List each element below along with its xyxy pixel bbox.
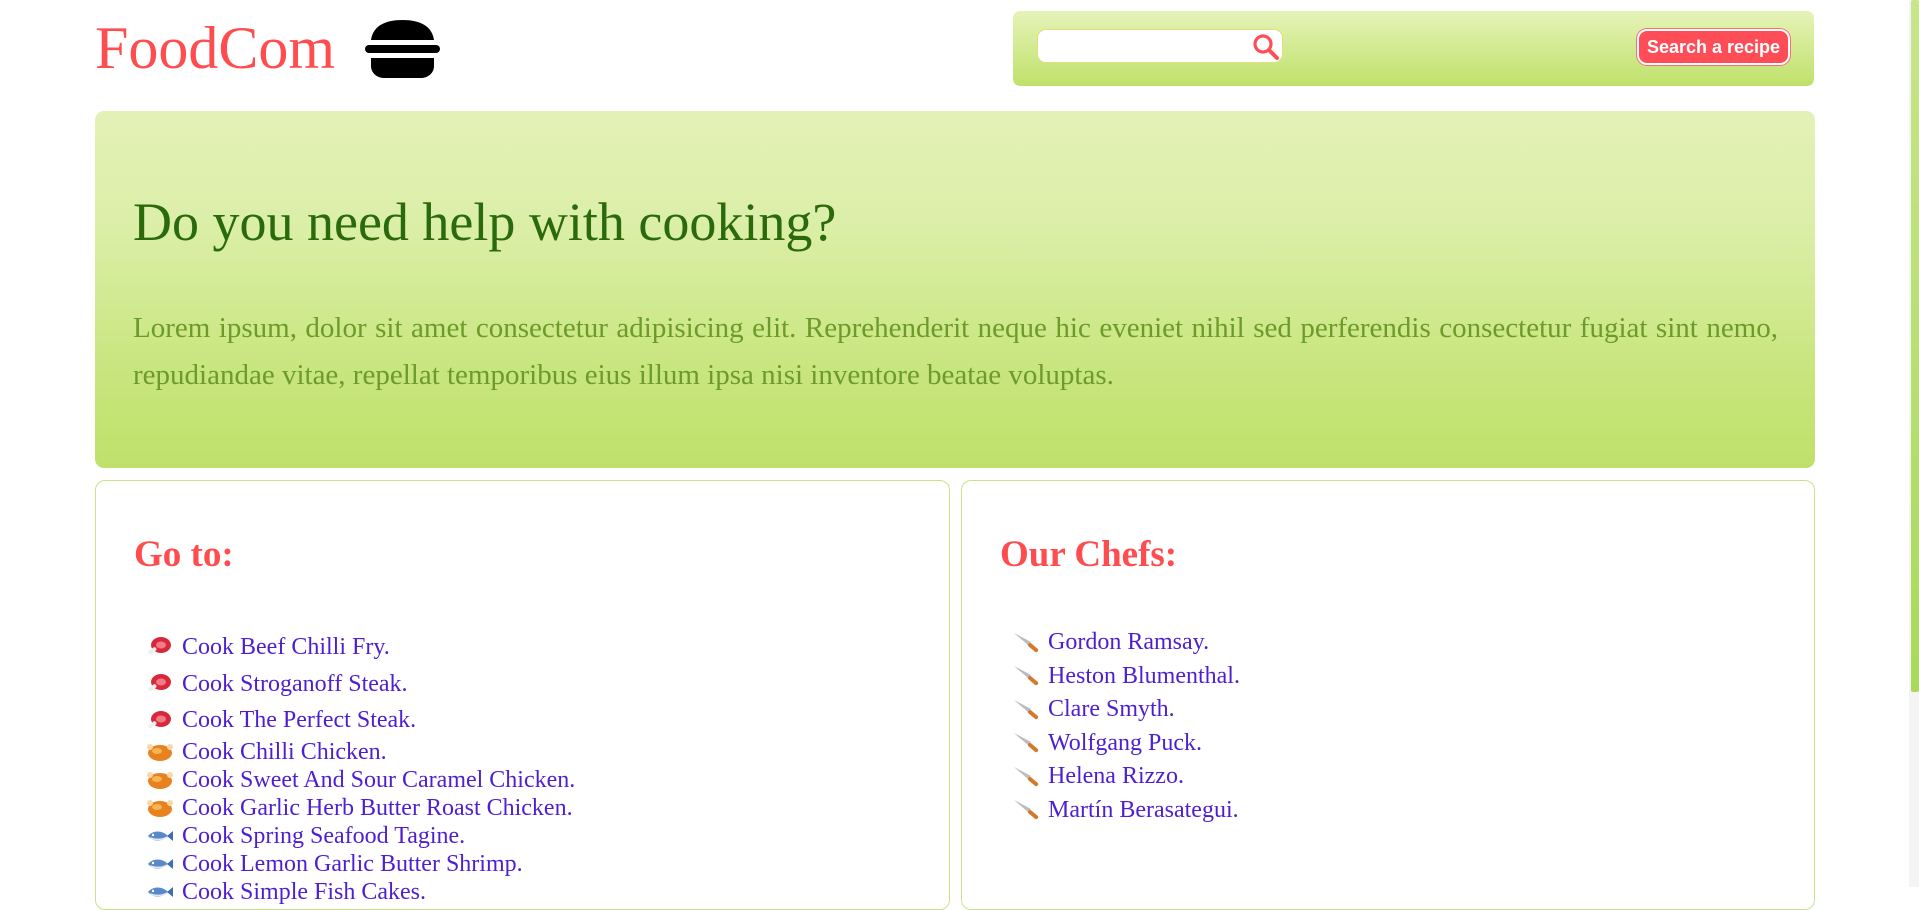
search-input[interactable] xyxy=(1037,29,1283,63)
recipe-link[interactable]: Cook The Perfect Steak. xyxy=(182,707,416,734)
knife-icon xyxy=(1014,632,1039,652)
list-item: Cook Lemon Garlic Butter Shrimp. xyxy=(146,850,575,878)
list-item: Clare Smyth. xyxy=(1012,693,1240,727)
chef-link[interactable]: Clare Smyth. xyxy=(1048,696,1175,723)
roast-chicken-icon xyxy=(147,800,173,817)
recipe-list: Cook Beef Chilli Fry. Cook Stroganoff St… xyxy=(146,629,575,906)
search-icon[interactable] xyxy=(1252,33,1280,61)
search-recipe-button[interactable]: Search a recipe xyxy=(1637,29,1790,65)
meat-icon xyxy=(148,637,171,655)
knife-icon xyxy=(1014,766,1039,786)
recipe-link[interactable]: Cook Sweet And Sour Caramel Chicken. xyxy=(182,767,575,794)
meat-icon xyxy=(148,710,171,728)
list-item: Cook Simple Fish Cakes. xyxy=(146,878,575,906)
knife-icon xyxy=(1014,733,1039,753)
chef-link[interactable]: Wolfgang Puck. xyxy=(1048,730,1202,757)
knife-icon xyxy=(1014,800,1039,820)
chef-link[interactable]: Gordon Ramsay. xyxy=(1048,629,1209,656)
knife-icon xyxy=(1014,666,1039,686)
list-item: Cook Sweet And Sour Caramel Chicken. xyxy=(146,766,575,794)
site-logo[interactable]: FoodCom xyxy=(95,12,335,84)
list-item: Cook Chilli Chicken. xyxy=(146,738,575,766)
list-item: Cook Spring Seafood Tagine. xyxy=(146,822,575,850)
search-bar: Search a recipe xyxy=(1013,11,1814,86)
burger-icon xyxy=(365,20,440,78)
hero-text: Lorem ipsum, dolor sit amet consectetur … xyxy=(133,312,1778,391)
fish-icon xyxy=(148,859,173,869)
chefs-title: Our Chefs: xyxy=(1000,534,1178,575)
chef-list: Gordon Ramsay. Heston Blumenthal. Clare … xyxy=(1012,626,1240,827)
goto-title: Go to: xyxy=(134,534,234,575)
list-item: Cook The Perfect Steak. xyxy=(146,703,575,738)
list-item: Cook Garlic Herb Butter Roast Chicken. xyxy=(146,794,575,822)
knife-icon xyxy=(1014,699,1039,719)
fish-icon xyxy=(148,831,173,841)
page-scrollbar[interactable] xyxy=(1909,0,1919,887)
recipe-link[interactable]: Cook Spring Seafood Tagine. xyxy=(182,823,465,850)
goto-card: Go to: Cook Beef Chilli Fry. Cook Stroga… xyxy=(95,480,950,910)
recipe-link[interactable]: Cook Garlic Herb Butter Roast Chicken. xyxy=(182,795,573,822)
scrollbar-thumb[interactable] xyxy=(1911,0,1919,692)
recipe-link[interactable]: Cook Chilli Chicken. xyxy=(182,739,387,766)
list-item: Martín Berasategui. xyxy=(1012,794,1240,828)
list-item: Cook Stroganoff Steak. xyxy=(146,665,575,703)
chefs-card: Our Chefs: Gordon Ramsay. Heston Blument… xyxy=(961,480,1815,910)
recipe-link[interactable]: Cook Beef Chilli Fry. xyxy=(182,634,390,661)
list-item: Helena Rizzo. xyxy=(1012,760,1240,794)
hero-title: Do you need help with cooking? xyxy=(133,192,837,252)
list-item: Heston Blumenthal. xyxy=(1012,660,1240,694)
chef-link[interactable]: Heston Blumenthal. xyxy=(1048,663,1240,690)
roast-chicken-icon xyxy=(147,744,173,761)
recipe-link[interactable]: Cook Simple Fish Cakes. xyxy=(182,879,426,906)
recipe-link[interactable]: Cook Lemon Garlic Butter Shrimp. xyxy=(182,851,523,878)
list-item: Cook Beef Chilli Fry. xyxy=(146,629,575,665)
chef-link[interactable]: Martín Berasategui. xyxy=(1048,797,1239,824)
list-item: Gordon Ramsay. xyxy=(1012,626,1240,660)
chef-link[interactable]: Helena Rizzo. xyxy=(1048,763,1184,790)
recipe-link[interactable]: Cook Stroganoff Steak. xyxy=(182,671,408,698)
roast-chicken-icon xyxy=(147,772,173,789)
meat-icon xyxy=(148,674,171,692)
fish-icon xyxy=(148,887,173,897)
hero-banner: Do you need help with cooking? Lorem ips… xyxy=(95,111,1815,468)
list-item: Wolfgang Puck. xyxy=(1012,727,1240,761)
